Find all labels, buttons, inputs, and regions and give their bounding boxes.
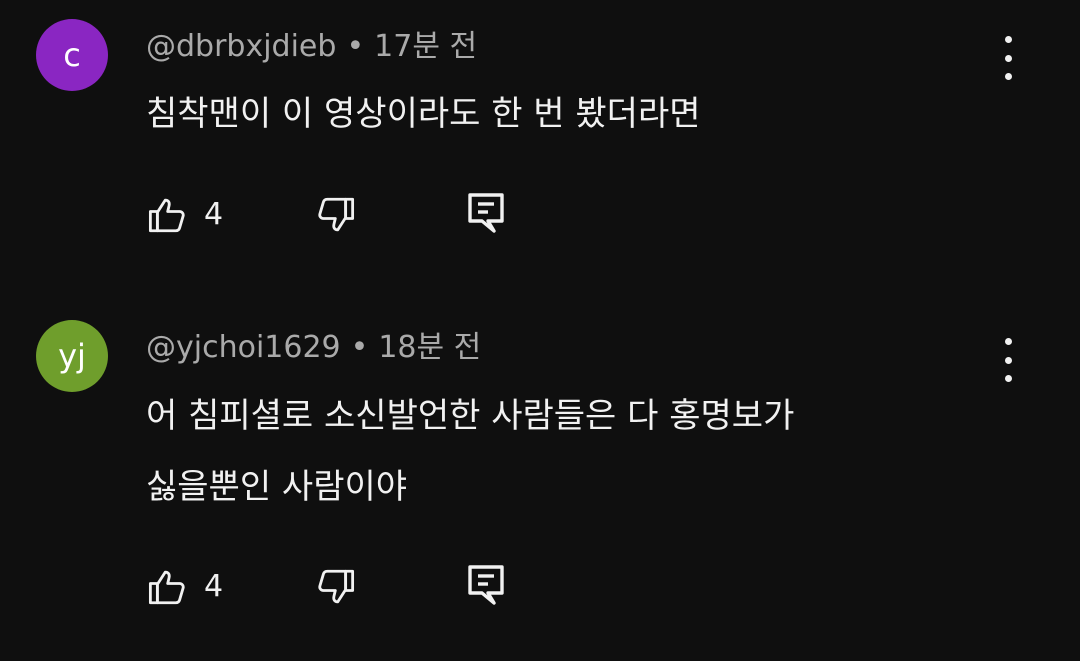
comment-time: 18분 전 (378, 330, 482, 365)
avatar[interactable]: yj (36, 320, 108, 392)
comment-time: 17분 전 (374, 29, 478, 64)
more-vert-icon[interactable] (992, 338, 1024, 382)
more-vert-icon[interactable] (992, 36, 1024, 80)
reply-icon (468, 193, 504, 233)
comment-text: 싫을뿐인 사람이야 (146, 467, 408, 507)
thumbs-down-icon (318, 197, 355, 232)
like-count: 4 (204, 197, 224, 232)
dislike-button[interactable] (315, 566, 357, 608)
reply-button[interactable] (466, 563, 506, 607)
thumbs-up-icon (148, 570, 185, 605)
meta-separator: • (346, 29, 365, 64)
meta-separator: • (350, 330, 369, 365)
avatar[interactable]: c (36, 19, 108, 91)
comment-author[interactable]: @dbrbxjdieb (146, 29, 336, 64)
like-count: 4 (204, 569, 224, 604)
reply-icon (468, 565, 504, 605)
comment-text: 침착맨이 이 영상이라도 한 번 봤더라면 (146, 94, 701, 134)
dislike-button[interactable] (315, 194, 357, 236)
like-button[interactable]: 4 (146, 566, 223, 608)
comment-author[interactable]: @yjchoi1629 (146, 330, 341, 365)
like-button[interactable]: 4 (146, 194, 223, 236)
avatar-letter: yj (58, 337, 86, 375)
reply-button[interactable] (466, 191, 506, 235)
avatar-letter: c (63, 36, 81, 74)
comment-text: 어 침피셜로 소신발언한 사람들은 다 홍명보가 (146, 396, 795, 436)
thumbs-down-icon (318, 569, 355, 604)
comment-meta: @dbrbxjdieb • 17분 전 (146, 32, 477, 62)
thumbs-up-icon (148, 198, 185, 233)
comment-meta: @yjchoi1629 • 18분 전 (146, 333, 481, 363)
